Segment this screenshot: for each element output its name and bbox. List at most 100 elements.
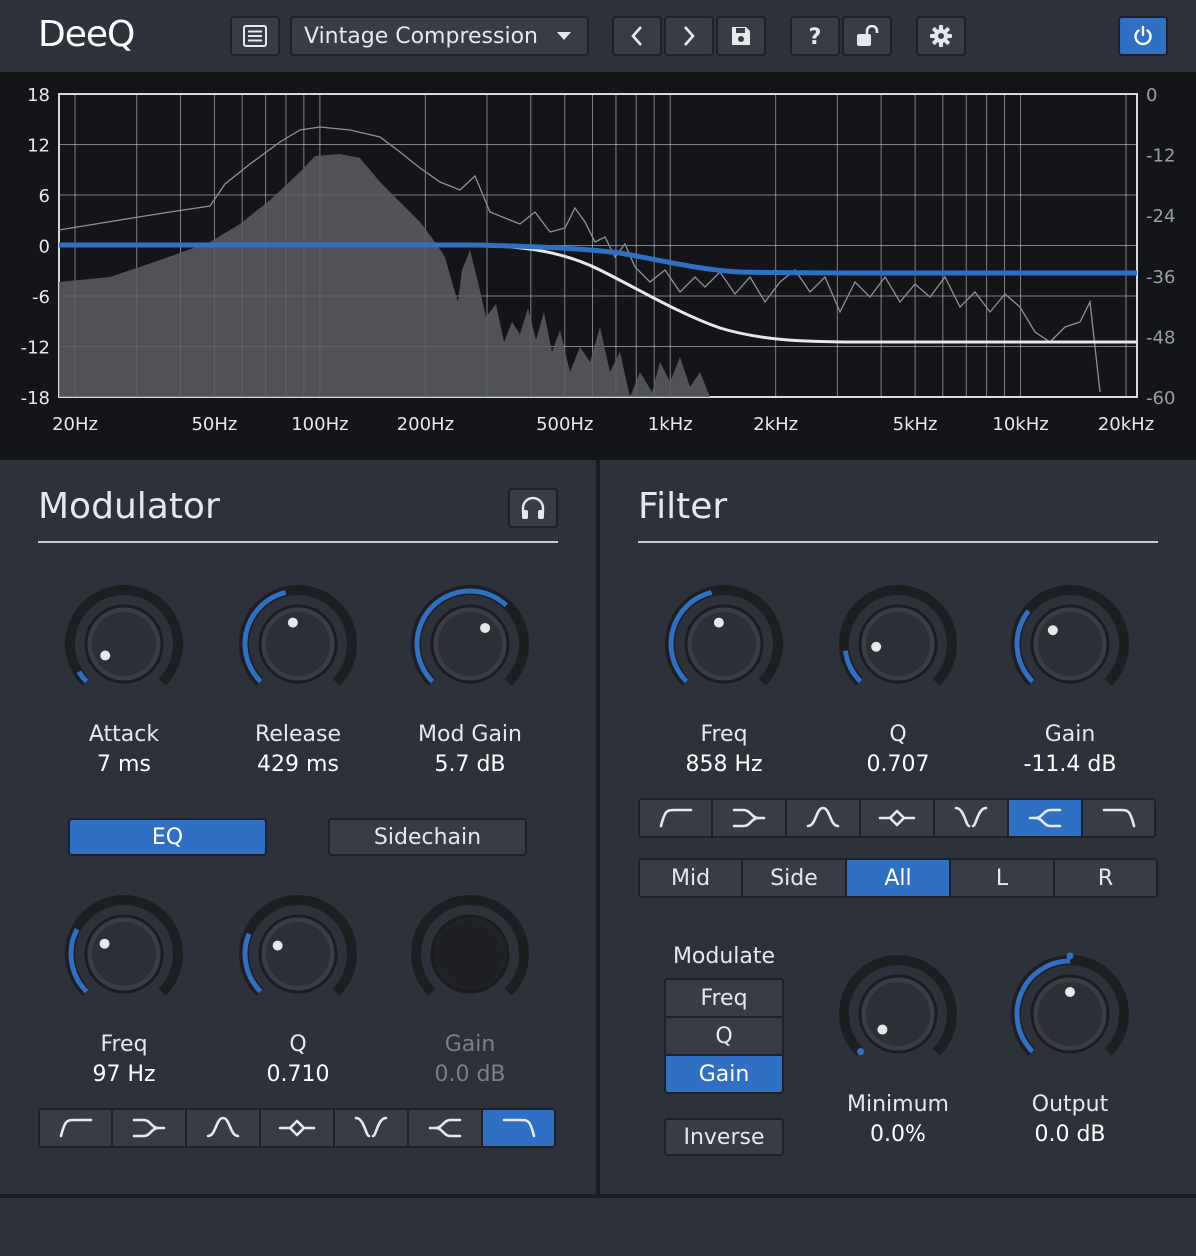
attack-value: 7 ms [97,752,151,777]
app-logo: DeeQ [38,14,135,55]
gain-axis-label: -6 [32,287,50,308]
channel-side-button[interactable]: Side [741,858,847,898]
modulator-gain-value: 0.0 dB [434,1062,506,1087]
save-preset-button[interactable] [716,16,766,56]
channel-selector[interactable]: Mid Side All L R [638,858,1158,898]
modulator-type-notch-band-button[interactable] [259,1108,335,1148]
channel-right-button[interactable]: R [1053,858,1158,898]
frequency-axis-label: 10kHz [992,414,1048,435]
filter-gain-knob[interactable] [1008,582,1132,710]
sidechain-mode-button[interactable]: Sidechain [328,818,527,856]
modulate-gain-button[interactable]: Gain [664,1054,784,1094]
save-icon [732,27,750,45]
preset-list-button[interactable] [230,16,280,56]
modulate-label: Modulate [672,944,776,969]
modulator-filter-type-selector[interactable] [38,1108,556,1148]
modulator-gain-knob-graphic [411,895,529,996]
filter-type-high-pass-button[interactable] [638,798,713,838]
gear-icon [930,25,952,47]
release-label: Release [255,722,341,747]
monitor-modulator-button[interactable] [508,488,558,528]
band-reject-filter-icon [354,1116,388,1138]
frequency-axis-label: 500Hz [536,414,593,435]
modulator-type-low-shelf-button[interactable] [111,1108,187,1148]
power-button[interactable] [1118,16,1168,56]
filter-type-low-shelf-button[interactable] [711,798,787,838]
unlock-button[interactable] [842,16,892,56]
help-icon: ? [809,25,822,48]
level-axis-label: -36 [1146,267,1175,288]
bell-filter-icon [206,1116,240,1138]
modulator-type-band-reject-button[interactable] [333,1108,409,1148]
high-shelf-filter-icon [428,1118,462,1138]
help-button[interactable]: ? [790,16,840,56]
release-knob[interactable] [236,582,360,710]
filter-type-bell-button[interactable] [785,798,861,838]
inverse-label: Inverse [683,1124,765,1150]
mod-gain-knob[interactable] [408,582,532,710]
filter-q-knob[interactable] [836,582,960,710]
modulator-freq-value: 97 Hz [92,1062,156,1087]
modulator-type-low-pass-button[interactable] [481,1108,556,1148]
modulator-type-bell-button[interactable] [185,1108,261,1148]
channel-mid-button[interactable]: Mid [638,858,743,898]
gain-axis-label: -18 [21,388,50,409]
filter-gain-label: Gain [1044,722,1096,747]
modulate-q-button[interactable]: Q [664,1016,784,1056]
filter-type-band-reject-button[interactable] [933,798,1009,838]
frequency-axis-label: 20Hz [52,414,98,435]
release-knob-graphic [239,585,357,686]
minimum-knob[interactable] [836,952,960,1080]
level-axis-label: 0 [1146,85,1157,106]
low-pass-filter-icon [502,1118,535,1138]
chevron-down-icon [557,32,571,40]
notch-band-filter-icon [278,1119,316,1137]
filter-type-selector[interactable] [638,798,1156,838]
level-axis-label: -24 [1146,206,1175,227]
modulate-freq-button[interactable]: Freq [664,978,784,1018]
modulate-target-selector[interactable]: Freq Q Gain [664,978,784,1094]
previous-preset-button[interactable] [612,16,662,56]
output-knob[interactable] [1008,952,1132,1080]
filter-q-value: 0.707 [866,752,930,777]
release-value: 429 ms [257,752,339,777]
settings-button[interactable] [916,16,966,56]
modulator-type-high-pass-button[interactable] [38,1108,113,1148]
frequency-axis-label: 1kHz [648,414,693,435]
filter-title-underline [638,541,1158,543]
frequency-axis-label: 2kHz [753,414,798,435]
high-pass-filter-icon [59,1118,92,1138]
frequency-axis-label: 20kHz [1098,414,1154,435]
status-area [0,1198,1196,1256]
filter-type-low-pass-button[interactable] [1081,798,1156,838]
inverse-button[interactable]: Inverse [664,1118,784,1156]
filter-q-label: Q [889,722,907,747]
modulator-q-knob-graphic [239,895,357,996]
attack-knob[interactable] [62,582,186,710]
mod-gain-label: Mod Gain [418,722,522,747]
svg-text:?: ? [809,25,822,48]
low-shelf-filter-icon [132,1118,166,1138]
preset-select[interactable]: Vintage Compression [290,16,589,56]
channel-all-button[interactable]: All [845,858,951,898]
frequency-axis-label: 5kHz [893,414,938,435]
modulator-q-knob[interactable] [236,892,360,1020]
low-shelf-filter-icon [732,808,766,828]
filter-type-high-shelf-button[interactable] [1007,798,1083,838]
output-label: Output [1031,1092,1109,1117]
frequency-response-graph[interactable]: 18 12 6 0 -6 -12 -18 0 -12 -24 -36 -48 -60 20Hz 50Hz… [0,72,1196,460]
gain-axis-label: 6 [39,186,50,207]
power-icon [1134,25,1152,46]
filter-freq-knob-graphic [665,585,783,686]
eq-graph-canvas[interactable]: 18 12 6 0 -6 -12 -18 0 -12 -24 -36 -48 -60 20Hz 50Hz… [0,72,1196,460]
gain-axis-label: 18 [27,85,50,106]
filter-freq-knob[interactable] [662,582,786,710]
channel-left-button[interactable]: L [949,858,1055,898]
modulator-freq-knob-graphic [65,895,183,996]
next-preset-button[interactable] [664,16,714,56]
minimum-knob-graphic [839,955,957,1056]
modulator-freq-knob[interactable] [62,892,186,1020]
eq-mode-button[interactable]: EQ [68,818,267,856]
modulator-type-high-shelf-button[interactable] [407,1108,483,1148]
filter-type-notch-band-button[interactable] [859,798,935,838]
